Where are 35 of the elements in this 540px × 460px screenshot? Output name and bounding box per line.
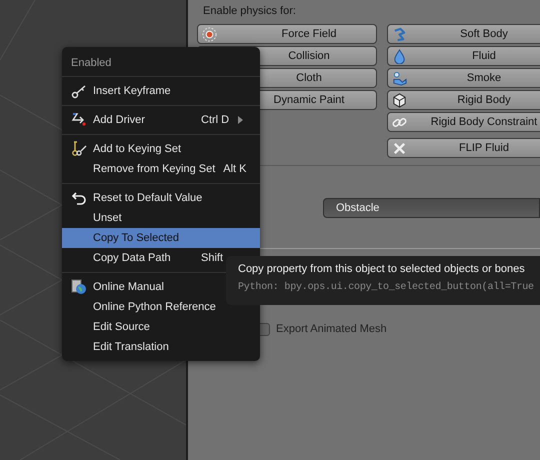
chain-link-icon — [392, 115, 407, 130]
menu-item[interactable]: Edit Source — [62, 317, 260, 337]
menu-heading: Enabled — [62, 51, 260, 77]
key-icon — [71, 83, 87, 99]
physics-button[interactable]: Soft Body — [387, 24, 540, 44]
section-heading: Enable physics for: — [202, 4, 297, 19]
type-dropdown[interactable]: Obstacle — [323, 198, 540, 218]
python-path: Python: bpy.ops.ui.copy_to_selected_button(all=True — [238, 280, 535, 295]
undo-icon — [71, 190, 87, 206]
physics-button[interactable]: Force Field — [197, 24, 377, 44]
cross-icon — [392, 141, 407, 156]
menu-item[interactable]: Reset to Default Value — [62, 188, 260, 208]
keys-icon — [71, 141, 87, 157]
menu-item[interactable]: Remove from Keying Set Alt K — [62, 159, 260, 179]
menu-item[interactable]: Unset — [62, 208, 260, 228]
physics-button[interactable]: Fluid — [387, 46, 540, 66]
menu-item[interactable]: Online Python Reference — [62, 297, 260, 317]
globe-icon — [71, 279, 87, 295]
droplet-icon — [392, 49, 407, 64]
shortcut-label: Ctrl D — [201, 113, 230, 128]
cube-icon — [392, 93, 407, 108]
menu-item[interactable]: Copy To Selected — [62, 228, 260, 248]
shortcut-label: Alt K — [223, 162, 247, 177]
menu-item[interactable]: Edit Translation — [62, 337, 260, 357]
target-icon — [202, 27, 217, 42]
checkbox-label: Export Animated Mesh — [276, 322, 387, 337]
physics-button[interactable]: FLIP Fluid — [387, 138, 540, 158]
physics-button[interactable]: Rigid Body — [387, 90, 540, 110]
tooltip-title: Copy property from this object to selected objects or bones — [238, 262, 526, 277]
shortcut-label: Shift — [201, 251, 224, 266]
menu-item[interactable]: Add Driver Ctrl D — [62, 110, 260, 130]
menu-item[interactable]: Add to Keying Set — [62, 139, 260, 159]
physics-button[interactable]: Smoke — [387, 68, 540, 88]
arrow-icon — [71, 112, 87, 128]
physics-button[interactable]: Rigid Body Constraint — [387, 112, 540, 132]
